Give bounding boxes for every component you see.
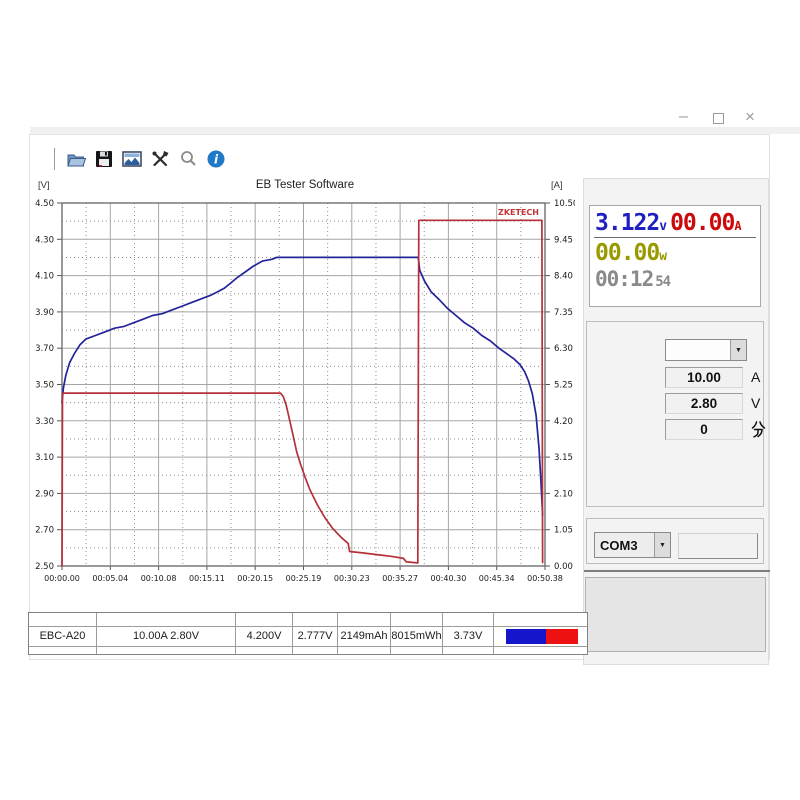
power-row: 00.00 w: [590, 238, 760, 266]
svg-text:00:40.30: 00:40.30: [431, 574, 467, 583]
maximize-button[interactable]: [713, 113, 724, 124]
svg-text:9.45: 9.45: [554, 235, 573, 245]
current-color-swatch: [546, 629, 578, 644]
voltage-current-row: 3.122 v 00.00 A: [590, 206, 760, 236]
svg-text:2.90: 2.90: [35, 489, 54, 499]
right-panel: 3.122 v 00.00 A 00.00 w 00:12 54 ▼ 10.00…: [583, 178, 770, 665]
connect-button[interactable]: [678, 533, 758, 559]
svg-text:2.10: 2.10: [554, 489, 573, 499]
current-readout: 00.00: [670, 210, 735, 236]
status-row-top: [29, 613, 587, 627]
svg-text:8.40: 8.40: [554, 272, 573, 282]
svg-text:2.50: 2.50: [35, 562, 54, 572]
elapsed-seconds-readout: 54: [655, 274, 671, 290]
titlebar-band: [30, 127, 800, 134]
power-readout: 00.00: [595, 240, 660, 266]
charge-discharge-chart: 00:00.00 00:05.04 00:10.08 00:15.11 00:20.15…: [35, 199, 575, 583]
svg-text:3.30: 3.30: [35, 417, 54, 427]
status-row-bottom: [29, 647, 587, 654]
svg-text:00:25.19: 00:25.19: [286, 574, 322, 583]
svg-text:5.25: 5.25: [554, 381, 573, 391]
svg-text:3.15: 3.15: [554, 453, 573, 463]
com-port-value: COM3: [600, 537, 638, 553]
minutes-unit-label: [751, 420, 766, 443]
current-unit: A: [734, 219, 741, 233]
save-icon[interactable]: [92, 148, 116, 170]
test-params: 10.00A 2.80V: [97, 627, 236, 646]
svg-text:00:15.11: 00:15.11: [189, 574, 225, 583]
com-port-select[interactable]: COM3 ▼: [594, 532, 671, 558]
svg-text:3.10: 3.10: [35, 453, 54, 463]
svg-text:1.05: 1.05: [554, 526, 573, 536]
svg-text:4.50: 4.50: [35, 199, 54, 209]
tools-settings-icon[interactable]: [148, 148, 172, 170]
current-setting-field[interactable]: 10.00: [665, 367, 743, 388]
svg-text:4.30: 4.30: [35, 235, 54, 245]
discharge-voltage: 2.777V: [293, 627, 338, 646]
time-row: 00:12 54: [590, 266, 760, 291]
message-panel: [585, 577, 766, 652]
device-model: EBC-A20: [29, 627, 97, 646]
info-about-icon[interactable]: i: [204, 148, 228, 170]
status-table: EBC-A20 10.00A 2.80V 4.200V 2.777V 2149m…: [28, 612, 588, 655]
zoom-search-icon[interactable]: [176, 148, 200, 170]
toolbar: i: [54, 146, 228, 172]
svg-text:3.70: 3.70: [35, 344, 54, 354]
minimize-button[interactable]: –: [679, 109, 688, 125]
svg-text:ZKETECH: ZKETECH: [498, 208, 539, 217]
energy: 8015mWh: [391, 627, 443, 646]
voltage-unit: v: [659, 219, 667, 234]
svg-text:10.50: 10.50: [554, 199, 575, 209]
cutoff-voltage-field[interactable]: 2.80: [665, 393, 743, 414]
svg-text:4.20: 4.20: [554, 417, 573, 427]
svg-text:00:45.34: 00:45.34: [479, 574, 515, 583]
svg-text:4.10: 4.10: [35, 272, 54, 282]
elapsed-time-readout: 00:12: [595, 267, 654, 291]
mode-select[interactable]: ▼: [665, 339, 747, 361]
digital-display: 3.122 v 00.00 A 00.00 w 00:12 54: [589, 205, 761, 307]
right-axis-unit: [A]: [551, 180, 563, 191]
open-file-icon[interactable]: [64, 148, 88, 170]
curve-legend-cell: [494, 627, 587, 646]
svg-text:00:00.00: 00:00.00: [44, 574, 80, 583]
close-button[interactable]: ×: [745, 108, 755, 125]
power-unit: w: [659, 249, 667, 264]
voltage-unit-label: V: [751, 395, 761, 411]
panel-separator: [584, 570, 770, 572]
average-voltage: 3.73V: [443, 627, 494, 646]
toolbar-separator: [54, 148, 55, 170]
svg-text:00:05.04: 00:05.04: [92, 574, 128, 583]
voltage-color-swatch: [506, 629, 546, 644]
svg-text:00:20.15: 00:20.15: [237, 574, 273, 583]
current-unit-label: A: [751, 369, 761, 385]
svg-text:6.30: 6.30: [554, 344, 573, 354]
svg-text:0.00: 0.00: [554, 562, 573, 572]
connection-group: COM3 ▼: [586, 518, 764, 564]
svg-text:00:10.08: 00:10.08: [141, 574, 177, 583]
svg-text:7.35: 7.35: [554, 308, 573, 318]
chart-title: EB Tester Software: [255, 179, 355, 191]
charge-voltage: 4.200V: [236, 627, 293, 646]
status-row-main: EBC-A20 10.00A 2.80V 4.200V 2.777V 2149m…: [29, 627, 587, 647]
svg-text:2.70: 2.70: [35, 526, 54, 536]
time-setting-field[interactable]: 0: [665, 419, 743, 440]
svg-text:00:50.38: 00:50.38: [527, 574, 563, 583]
voltage-readout: 3.122: [595, 210, 660, 236]
capacity: 2149mAh: [338, 627, 391, 646]
test-settings-group: ▼ 10.00 A 2.80 V 0: [586, 321, 766, 507]
svg-text:00:30.23: 00:30.23: [334, 574, 370, 583]
svg-text:00:35.27: 00:35.27: [382, 574, 418, 583]
graph-image-icon[interactable]: [120, 148, 144, 170]
chevron-down-icon[interactable]: ▼: [730, 340, 746, 360]
svg-text:3.90: 3.90: [35, 308, 54, 318]
chevron-down-icon[interactable]: ▼: [654, 533, 670, 557]
svg-text:3.50: 3.50: [35, 381, 54, 391]
app-window: – × i [V] EB Tester Software [A] 00:00.0…: [0, 0, 800, 800]
